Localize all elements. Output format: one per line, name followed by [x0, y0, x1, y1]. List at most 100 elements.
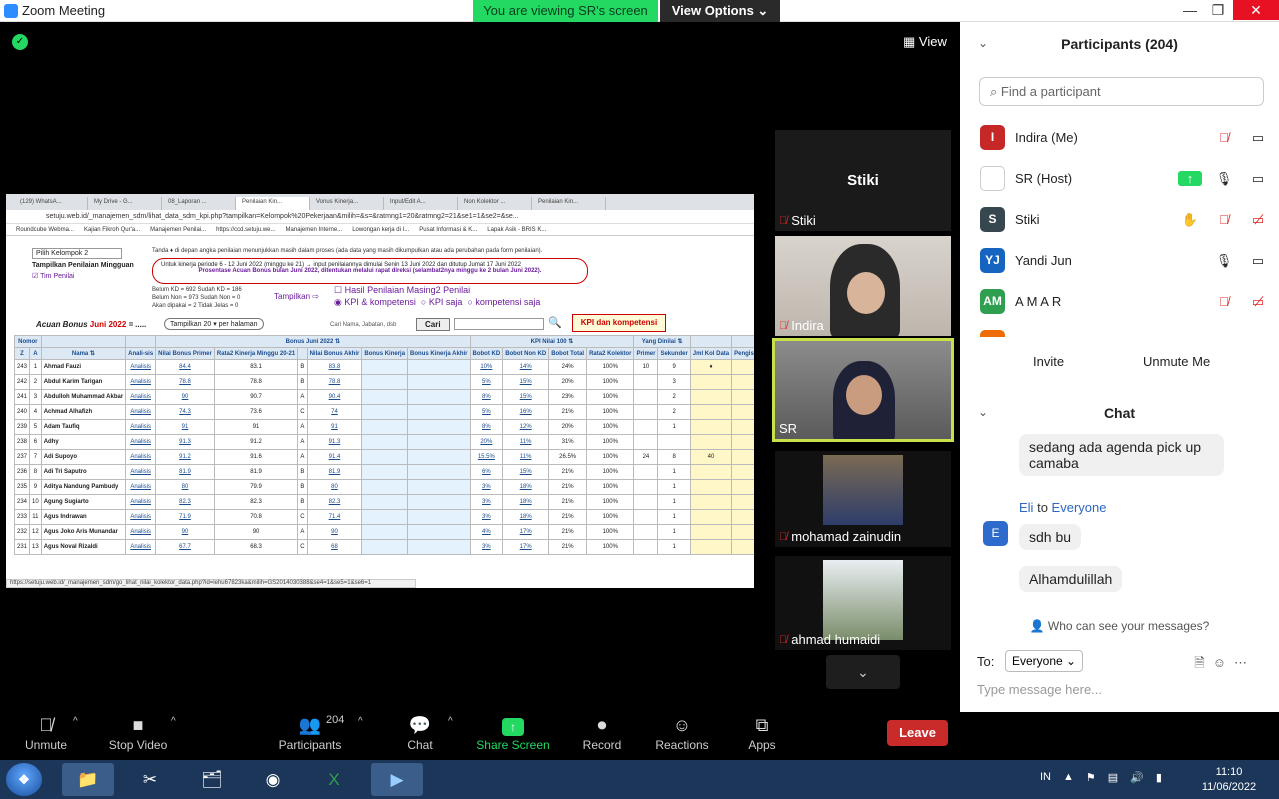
table-cell[interactable]: Analisis — [125, 419, 157, 435]
column-header[interactable]: Nilai Bonus Primer — [155, 347, 215, 360]
participant-row[interactable]: AM A M A R 🎙̸ ▭̸ — [980, 281, 1270, 322]
tray-arrow-icon[interactable]: ▲ — [1063, 771, 1074, 784]
column-header[interactable]: Bonus Kinerja — [361, 347, 409, 360]
file-explorer-icon[interactable]: 📁 — [62, 763, 114, 796]
column-header[interactable]: Rata2 Kinerja Minggu 20-21 — [213, 347, 299, 360]
reactions-button[interactable]: ☺ Reactions — [642, 712, 722, 752]
cari-button[interactable]: Cari — [416, 318, 450, 331]
option-each-assessor[interactable]: ☐ Hasil Penilaian Masing2 Penilai — [334, 284, 540, 296]
close-button[interactable]: ✕ — [1233, 0, 1279, 20]
maximize-button[interactable]: ❐ — [1204, 0, 1232, 20]
participant-row[interactable]: SR (Host) ↑ 🎙 ▭ — [980, 158, 1270, 199]
table-cell[interactable]: Analisis — [125, 374, 157, 390]
emoji-icon[interactable]: ☺ — [1213, 655, 1234, 670]
chat-caret-icon[interactable]: ^ — [448, 716, 453, 727]
bookmark[interactable]: Lapak Asik - BRIS K... — [487, 227, 546, 233]
recipient-select[interactable]: Everyone ⌄ — [1005, 650, 1084, 672]
video-tile-mohamad[interactable]: 🎙̸ mohamad zainudin — [775, 451, 951, 547]
table-cell[interactable]: Analisis — [125, 479, 157, 495]
participant-row[interactable]: I Indira (Me) 🎙̸ ▭ — [980, 117, 1270, 158]
column-header[interactable]: Anali-sis — [125, 347, 157, 360]
column-header[interactable]: Bobot Non KD — [502, 347, 550, 360]
video-tile-indira[interactable]: 🎙̸ Indira — [775, 236, 951, 336]
file-icon[interactable]: 🗎 — [1194, 655, 1212, 670]
column-header[interactable]: Pengisi Data KD — [731, 347, 754, 360]
unmute-me-button[interactable]: Unmute Me — [1143, 354, 1210, 369]
bookmark[interactable]: Lowongan kerja di I... — [352, 227, 409, 233]
leave-button[interactable]: Leave — [887, 720, 948, 746]
group-header[interactable] — [689, 335, 733, 348]
participant-row[interactable]: S Stiki ✋ 🎙̸ ▭̸ — [980, 199, 1270, 240]
bookmark[interactable]: Roundcube Webma... — [16, 227, 74, 233]
column-header[interactable]: Jml Kol Data — [689, 347, 733, 360]
share-screen-button[interactable]: ↑ Share Screen — [473, 712, 553, 752]
table-cell[interactable]: Analisis — [125, 359, 157, 375]
browser-tab[interactable]: Input/Edit A... — [384, 197, 458, 210]
column-header[interactable]: Rata2 Kolektor — [586, 347, 635, 360]
column-header[interactable] — [297, 347, 308, 360]
chat-input[interactable]: Type message here... — [977, 682, 1102, 697]
video-tile-stiki[interactable]: Stiki 🎙̸ Stiki — [775, 130, 951, 231]
participant-row[interactable]: YJ Yandi Jun 🎙 ▭ — [980, 240, 1270, 281]
bookmark[interactable]: Manajemen Penilai... — [150, 227, 206, 233]
group-select[interactable]: Pilih Kelompok 2 — [32, 248, 122, 259]
minimize-button[interactable]: — — [1176, 0, 1204, 20]
view-options-button[interactable]: View Options ⌄ — [660, 0, 780, 22]
browser-tab[interactable]: (129) WhatsA... — [14, 197, 88, 210]
option-kpi-kompetensi[interactable]: ◉ KPI & kompetensi ○ KPI saja ○ kompeten… — [334, 296, 540, 308]
search-icon[interactable]: 🔍 — [548, 316, 562, 329]
invite-button[interactable]: Invite — [1033, 354, 1064, 369]
bookmark[interactable]: https://ccd.setuju.we... — [216, 227, 275, 233]
volume-icon[interactable]: 🔊 — [1130, 771, 1144, 784]
option-label[interactable]: kompetensi saja — [475, 297, 540, 307]
chrome-icon[interactable]: ◉ — [247, 763, 299, 796]
group-header[interactable] — [40, 335, 127, 348]
video-tile-ahmad[interactable]: 🎙̸ ahmad humaidi — [775, 556, 951, 650]
view-button[interactable]: ▦ View — [903, 34, 947, 50]
excel-icon[interactable]: X — [308, 763, 360, 796]
table-cell[interactable]: Analisis — [125, 389, 157, 405]
stop-video-button[interactable]: ■ Stop Video — [98, 712, 178, 752]
bookmark[interactable]: Manajemen Interne... — [286, 227, 343, 233]
encryption-shield-icon[interactable]: ✓ — [12, 34, 28, 50]
who-can-see-link[interactable]: 👤 Who can see your messages? — [960, 619, 1279, 633]
table-cell[interactable]: Analisis — [125, 449, 157, 465]
search-input[interactable] — [454, 318, 544, 330]
column-header[interactable]: Nama ⇅ — [40, 347, 127, 360]
apps-button[interactable]: ⧉ Apps — [722, 712, 802, 752]
column-header[interactable]: Bobot KD — [469, 347, 504, 360]
folder-icon[interactable]: 🗂 — [186, 763, 238, 796]
participant-row[interactable]: A A sarwoko 🎙̸ ▭ — [980, 322, 1270, 337]
battery-icon[interactable]: ▮ — [1156, 771, 1162, 784]
participants-caret-icon[interactable]: ^ — [358, 716, 363, 727]
table-cell[interactable]: Analisis — [125, 494, 157, 510]
per-page-select[interactable]: Tampilkan 20 ▾ per halaman — [164, 318, 264, 330]
browser-tab[interactable]: Vonus Kinerja... — [310, 197, 384, 210]
table-cell[interactable]: Analisis — [125, 404, 157, 420]
column-header[interactable]: Bonus Kinerja Akhir — [407, 347, 471, 360]
video-tile-sr[interactable]: SR — [772, 338, 954, 442]
more-icon[interactable]: ⋯ — [1234, 655, 1255, 670]
table-cell[interactable]: Analisis — [125, 434, 157, 450]
table-cell[interactable]: Analisis — [125, 524, 157, 540]
column-header[interactable]: Nilai Bonus Akhir — [306, 347, 363, 360]
group-header[interactable]: Nomor — [14, 335, 42, 348]
bookmark[interactable]: Kajian Fikroh Qur'a... — [84, 227, 140, 233]
audio-options-caret-icon[interactable]: ^ — [73, 716, 78, 727]
option-label[interactable]: KPI saja — [429, 297, 463, 307]
snipping-tool-icon[interactable]: ✂ — [124, 763, 176, 796]
browser-tab[interactable]: Non Kolektor ... — [458, 197, 532, 210]
group-header[interactable] — [125, 335, 157, 348]
table-cell[interactable]: Analisis — [125, 539, 157, 555]
network-icon[interactable]: ▤ — [1108, 771, 1118, 784]
start-button[interactable]: ❖ — [6, 763, 42, 796]
record-button[interactable]: ⏺ Record — [562, 712, 642, 752]
column-header[interactable]: Sekunder — [657, 347, 691, 360]
video-options-caret-icon[interactable]: ^ — [171, 716, 176, 727]
column-header[interactable]: Bobot Total — [548, 347, 588, 360]
group-header[interactable]: KPI Nilai 100 ⇅ — [469, 335, 635, 348]
group-header[interactable]: Yang Dinilai ⇅ — [633, 335, 691, 348]
gallery-next-button[interactable]: ⌄ — [826, 655, 900, 689]
address-bar[interactable]: setuju.web.id/_manajemen_sdm/lihat_data_… — [6, 210, 754, 224]
zoom-icon[interactable]: ▶ — [371, 763, 423, 796]
